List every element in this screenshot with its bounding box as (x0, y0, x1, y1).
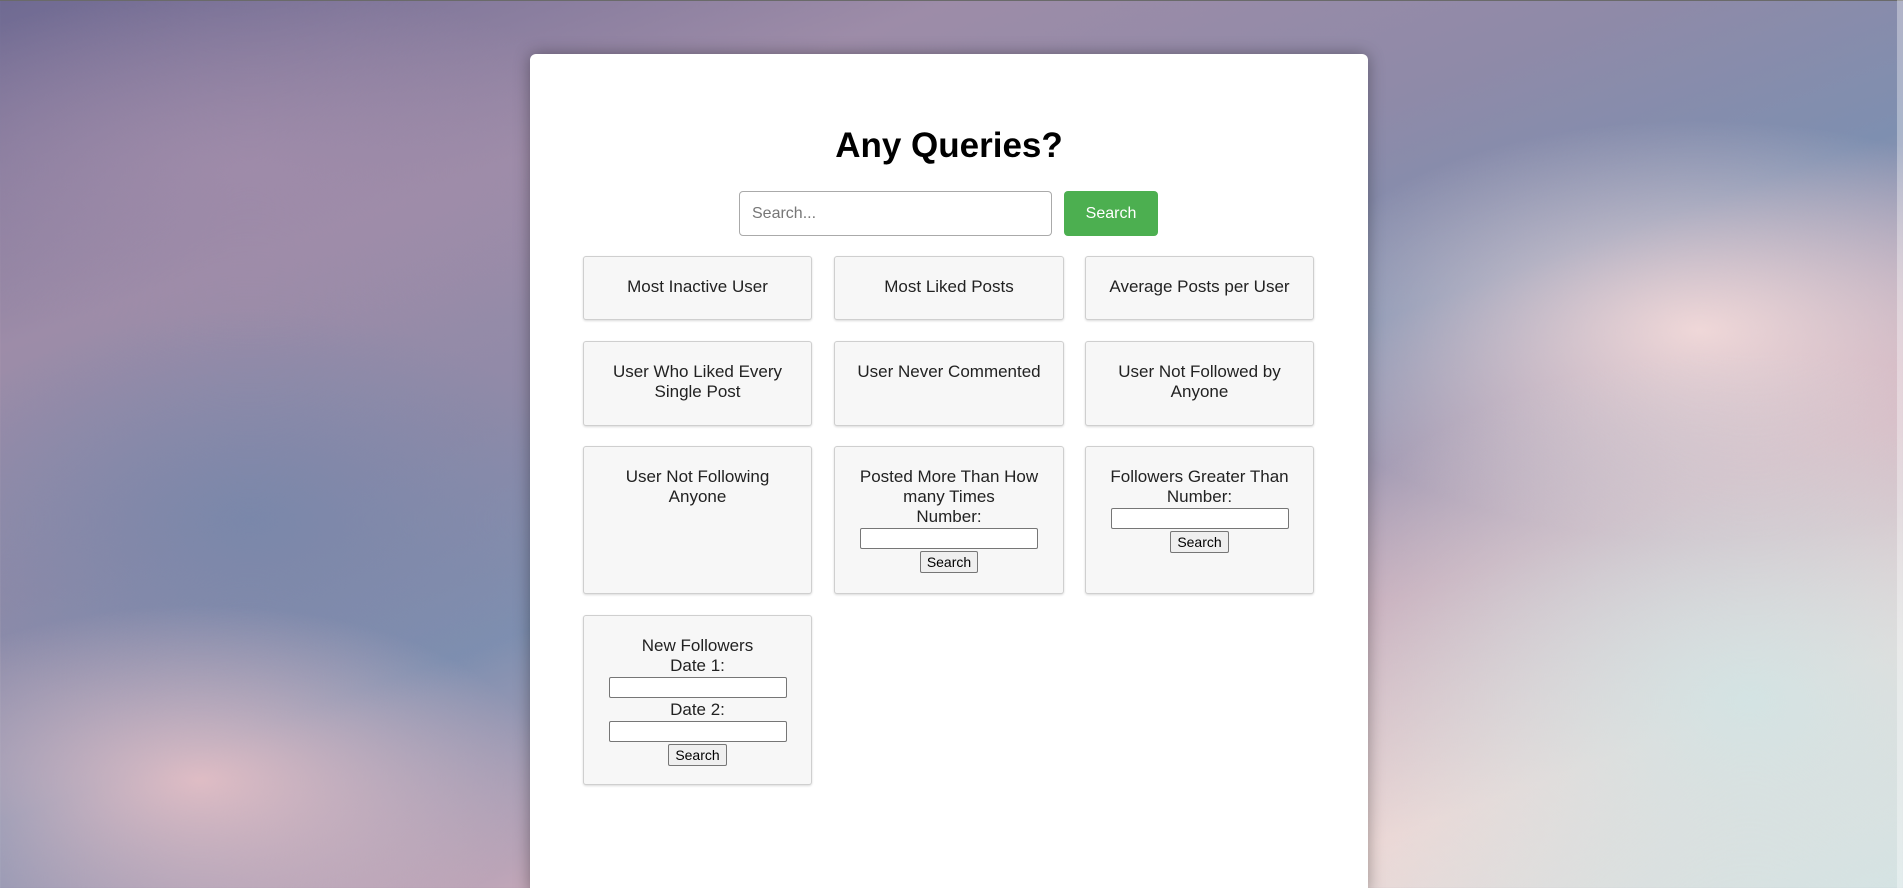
card-label: User Never Commented (857, 362, 1041, 381)
card-label: Average Posts per User (1109, 277, 1290, 296)
card-user-not-followed[interactable]: User Not Followed by Anyone (1085, 341, 1314, 426)
date2-label: Date 2: (670, 700, 725, 719)
followers-search-button[interactable]: Search (1170, 531, 1229, 553)
card-user-liked-every-post[interactable]: User Who Liked Every Single Post (583, 341, 812, 426)
posted-search-button[interactable]: Search (919, 551, 979, 573)
page-scrollbar[interactable] (1897, 0, 1903, 888)
date2-input[interactable] (608, 721, 787, 742)
window-top-border (0, 0, 1903, 1)
card-followers-greater-than[interactable]: Followers Greater Than Number: Search (1085, 446, 1314, 594)
number-label: Number: (1166, 487, 1233, 506)
posted-number-input[interactable] (860, 528, 1038, 549)
card-new-followers[interactable]: New Followers Date 1: Date 2: Search (583, 615, 812, 785)
search-button[interactable]: Search (1064, 191, 1158, 236)
card-label: User Not Following Anyone (625, 467, 770, 506)
card-label: Posted More Than How many Times (859, 467, 1039, 506)
card-label: New Followers (641, 636, 754, 655)
card-label: User Not Followed by Anyone (1118, 362, 1281, 401)
followers-number-input[interactable] (1110, 508, 1289, 529)
card-most-liked-posts[interactable]: Most Liked Posts (834, 256, 1064, 320)
date1-label: Date 1: (670, 656, 725, 675)
queries-panel: Any Queries? Search Most Inactive User M… (530, 54, 1368, 888)
card-user-never-commented[interactable]: User Never Commented (834, 341, 1064, 426)
search-input[interactable] (739, 191, 1052, 236)
card-label: Followers Greater Than (1110, 467, 1289, 486)
card-most-inactive-user[interactable]: Most Inactive User (583, 256, 812, 320)
date1-input[interactable] (608, 677, 787, 698)
card-label: User Who Liked Every Single Post (612, 362, 783, 401)
card-label: Most Inactive User (627, 277, 768, 296)
number-label: Number: (916, 507, 982, 526)
card-label: Most Liked Posts (884, 277, 1014, 296)
page-title: Any Queries? (835, 126, 1063, 165)
card-average-posts-per-user[interactable]: Average Posts per User (1085, 256, 1314, 320)
card-user-not-following[interactable]: User Not Following Anyone (583, 446, 812, 594)
new-followers-search-button[interactable]: Search (668, 744, 727, 766)
card-posted-more-than[interactable]: Posted More Than How many Times Number: … (834, 446, 1064, 594)
